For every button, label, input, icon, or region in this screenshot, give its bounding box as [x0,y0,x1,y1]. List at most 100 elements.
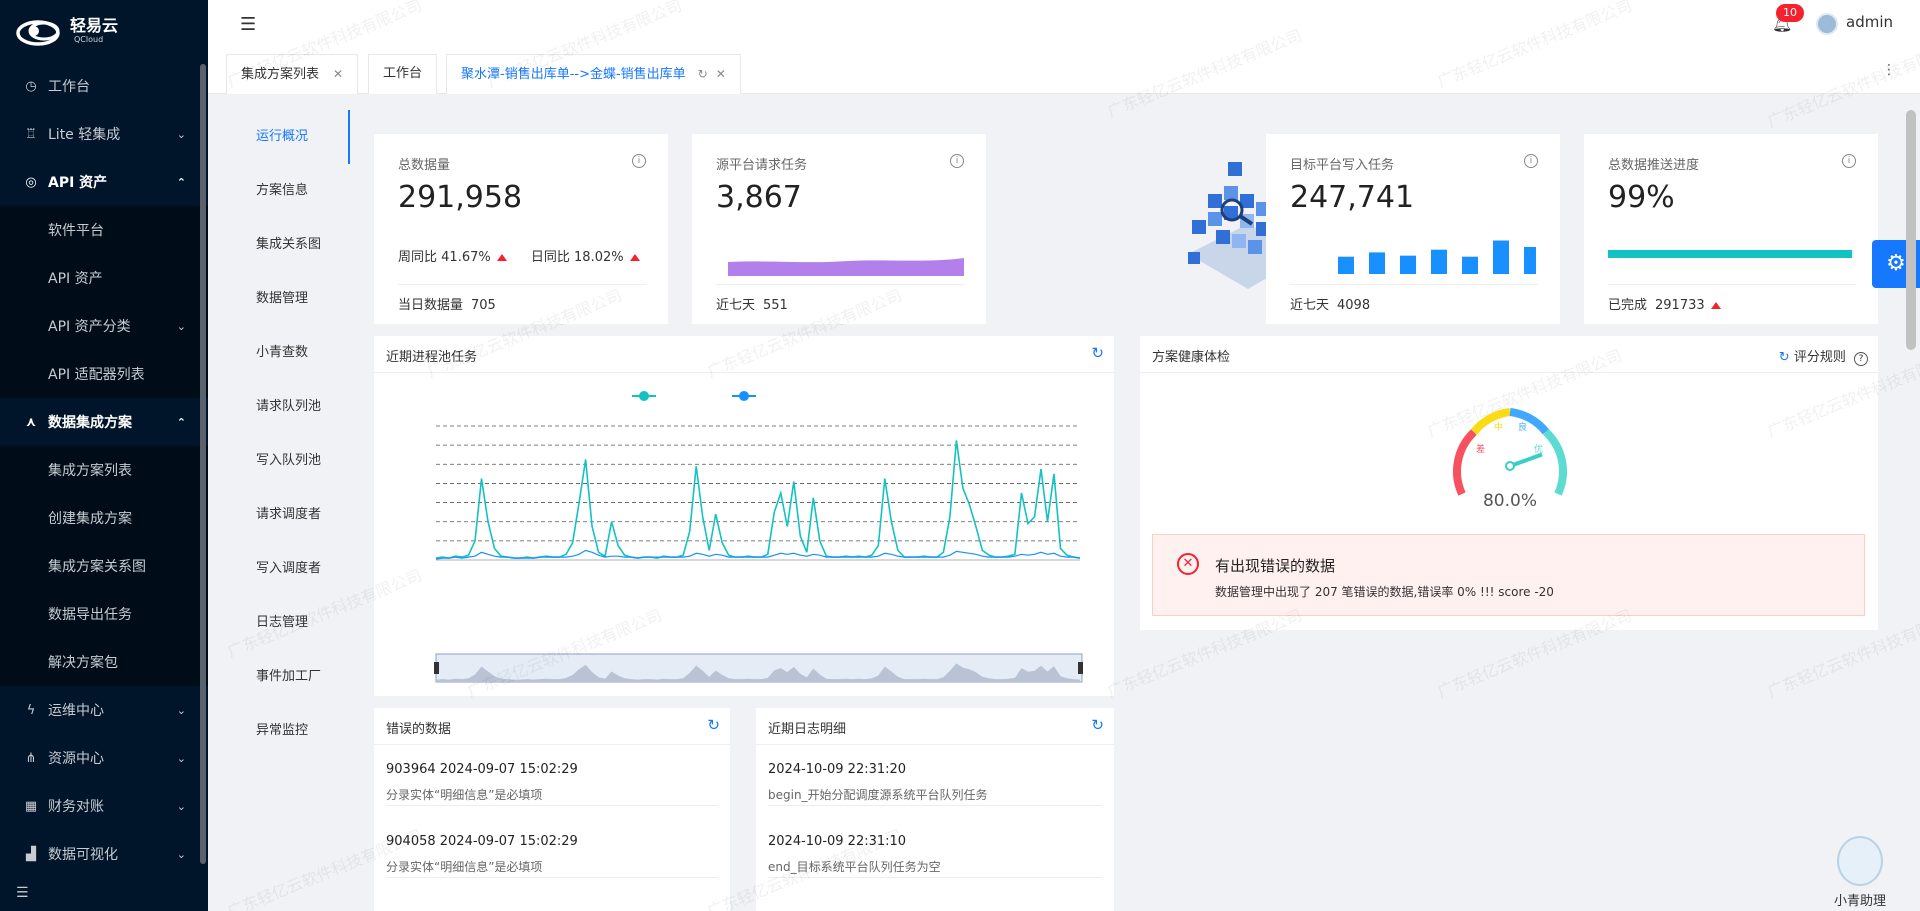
wow-label: 周同比 [398,250,438,265]
subnav-item[interactable]: 日志管理 [208,596,350,650]
menu-solution-graph[interactable]: 集成方案关系图 [0,542,208,590]
stat-title: 源平台请求任务 [716,158,808,173]
menu-resources[interactable]: ⋔ 资源中心 ⌄ [0,734,208,782]
alert-title: 有出现错误的数据 [1215,557,1336,575]
foot-value: 705 [471,298,496,313]
menu-workbench[interactable]: ◷ 工作台 [0,62,208,110]
subnav-item[interactable]: 事件加工厂 [208,650,350,704]
item-line2: begin_开始分配调度源系统平台队列任务 [768,788,988,802]
calc-icon: ▦ [24,798,38,814]
subnav-item[interactable]: 异常监控 [208,704,350,758]
subnav-item[interactable]: 写入队列池 [208,434,350,488]
tab-label: 聚水潭-销售出库单-->金蝶-销售出库单 [461,67,686,82]
more-vertical-icon[interactable]: ⋮ [1882,62,1896,78]
menu-label: API 资产 [48,271,103,287]
main-scrollbar[interactable] [1906,110,1916,350]
menu-create-solution[interactable]: 创建集成方案 [0,494,208,542]
assistant-label: 小青助理 [1833,894,1886,909]
info-icon[interactable]: i [632,154,646,168]
menu-api-assets[interactable]: ◎ API 资产 ⌃ [0,158,208,206]
info-icon[interactable]: i [1524,154,1538,168]
menu-solution-list[interactable]: 集成方案列表 [0,446,208,494]
dod-label: 日同比 [530,250,570,265]
zoom-handle[interactable] [434,662,439,674]
menu-data-export[interactable]: 数据导出任务 [0,590,208,638]
info-icon[interactable]: i [1842,154,1856,168]
health-gauge: 差 中 良 优 80.0% [1453,408,1567,511]
stat-card-source: 源平台请求任务 i 3,867 近七天 551 [692,134,986,324]
tab-workbench[interactable]: 工作台 [368,54,438,94]
share-icon: ⋔ [25,750,37,766]
close-icon[interactable]: ✕ [716,67,726,81]
menu-software-platform[interactable]: 软件平台 [0,206,208,254]
refresh-icon[interactable]: ↻ [698,67,708,81]
sidebar-scrollbar[interactable] [200,64,206,864]
logo[interactable]: 轻易云 QCloud [0,0,208,62]
menu-ops[interactable]: ϟ 运维中心 ⌄ [0,686,208,734]
target-bar [1431,249,1447,274]
gauge-label-excellent: 优 [1534,443,1543,455]
refresh-icon[interactable]: ↻ [707,716,720,734]
dod-value: 18.02% [574,250,624,265]
gauge-needle [1509,452,1543,468]
stat-card-total: 总数据量 i 291,958 周同比 41.67% 日同比 18.02% 当日数… [374,134,668,324]
subnav-item[interactable]: 方案信息 [208,164,350,218]
lite-icon: ♖ [25,126,37,142]
stat-value: 3,867 [716,180,802,215]
subnav-item[interactable]: 集成关系图 [208,218,350,272]
item-line1: 2024-10-09 22:31:20 [768,762,907,777]
gauge-score: 80.0% [1483,491,1537,511]
tab-current-solution[interactable]: 聚水潭-销售出库单-->金蝶-销售出库单 ↻ ✕ [446,54,741,94]
menu-lite[interactable]: ♖ Lite 轻集成 ⌄ [0,110,208,158]
barchart-icon: ▟ [26,846,36,862]
list-item[interactable]: 2024-10-09 22:31:10 end_目标系统平台队列任务为空 [768,818,1102,878]
legend-item[interactable] [632,391,656,401]
data-zoom-slider[interactable] [434,653,1083,683]
menu-label: API 适配器列表 [48,367,145,383]
topbar: ☰ 🔔︎ 10 admin [208,0,1920,50]
subnav-item[interactable]: 小青查数 [208,326,350,380]
menu-label: 数据集成方案 [48,415,132,431]
foot-value: 291733 [1655,298,1705,313]
list-item[interactable]: 903964 2024-09-07 15:02:29 分录实体“明细信息”是必填… [386,746,718,806]
menu-visualization[interactable]: ▟ 数据可视化 ⌄ [0,830,208,878]
info-icon[interactable]: i [950,154,964,168]
menu-label: 数据导出任务 [48,607,132,623]
collapse-menu-icon[interactable]: ☰ [16,885,29,901]
menu-solution-package[interactable]: 解决方案包 [0,638,208,686]
list-item[interactable]: 2024-10-09 22:31:20 begin_开始分配调度源系统平台队列任… [768,746,1102,806]
refresh-icon[interactable]: ↻ [1091,344,1104,362]
assistant-widget[interactable]: 小青助理 [1830,836,1890,910]
menu-finance[interactable]: ▦ 财务对账 ⌄ [0,782,208,830]
panel-title: 近期日志明细 [768,722,847,737]
zoom-handle[interactable] [1078,662,1083,674]
notification-badge: 10 [1776,4,1804,22]
score-rule-link[interactable]: ↻ 评分规则 ? [1779,346,1868,366]
tab-solution-list[interactable]: 集成方案列表 ✕ [226,54,359,94]
avatar[interactable] [1816,13,1838,35]
menu-api-category[interactable]: API 资产分类 ⌄ [0,302,208,350]
menu-api-asset[interactable]: API 资产 [0,254,208,302]
menu-data-integration[interactable]: ⋏ 数据集成方案 ⌃ [0,398,208,446]
list-item[interactable]: 904058 2024-09-07 15:02:29 分录实体“明细信息”是必填… [386,818,718,878]
submenu-integration: 集成方案列表 创建集成方案 集成方案关系图 数据导出任务 解决方案包 [0,446,208,686]
divider [716,284,964,285]
subnav-item[interactable]: 运行概况 [208,110,350,164]
legend-item[interactable] [732,391,756,401]
source-area-sparkline [728,258,964,276]
menu-label: 集成方案关系图 [48,559,146,575]
gauge-label-good: 良 [1518,421,1527,433]
stat-title: 目标平台写入任务 [1290,158,1395,173]
menu-fold-icon[interactable]: ☰ [240,14,256,35]
compass-icon: ◎ [25,174,37,190]
subnav-item[interactable]: 请求队列池 [208,380,350,434]
refresh-icon[interactable]: ↻ [1091,716,1104,734]
subnav-item[interactable]: 请求调度者 [208,488,350,542]
line-chart [434,391,1083,683]
close-icon[interactable]: ✕ [333,67,343,81]
subnav-item[interactable]: 写入调度者 [208,542,350,596]
subnav-item[interactable]: 数据管理 [208,272,350,326]
wow-value: 41.67% [441,250,491,265]
username[interactable]: admin [1846,13,1893,31]
menu-api-adapter[interactable]: API 适配器列表 [0,350,208,398]
